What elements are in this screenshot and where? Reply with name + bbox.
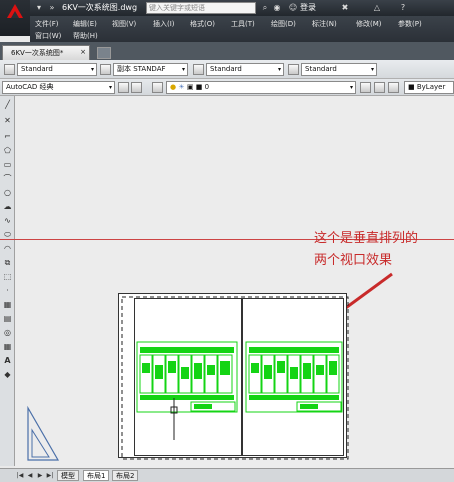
ucs-triangle-icon bbox=[27, 405, 60, 461]
search-icon[interactable]: ⌕ bbox=[260, 3, 270, 13]
menu-help[interactable]: 帮助(H) bbox=[73, 31, 98, 41]
menu-draw[interactable]: 绘图(D) bbox=[271, 19, 296, 29]
quick-access-icon[interactable]: ▾ bbox=[34, 3, 44, 13]
sun-icon: ☀ bbox=[178, 83, 185, 91]
workspace-settings-icon[interactable] bbox=[118, 82, 129, 93]
table-style-value: Standard bbox=[210, 65, 242, 73]
chevron-down-icon: ▾ bbox=[370, 66, 374, 73]
workspace-value: AutoCAD 经典 bbox=[6, 83, 54, 91]
tab-layout2[interactable]: 布局2 bbox=[112, 470, 139, 481]
make-block-icon[interactable]: ⬚ bbox=[2, 272, 13, 282]
menu-file[interactable]: 文件(F) bbox=[35, 19, 59, 29]
file-tab-label: 6KV一次系统图* bbox=[11, 49, 64, 57]
chevron-down-icon: ▾ bbox=[181, 66, 185, 73]
rectangle-icon[interactable]: ▭ bbox=[2, 160, 13, 170]
spline-icon[interactable]: ∿ bbox=[2, 216, 13, 226]
menu-dimension[interactable]: 标注(N) bbox=[312, 19, 337, 29]
tab-layout1[interactable]: 布局1 bbox=[83, 470, 110, 481]
new-tab-button[interactable] bbox=[97, 47, 111, 59]
gradient-icon[interactable]: ▤ bbox=[2, 314, 13, 324]
layer-value: 0 bbox=[204, 83, 210, 91]
share-icon[interactable]: △ bbox=[372, 3, 382, 13]
annotation-line-2: 两个视口效果 bbox=[314, 253, 393, 268]
dim-style-select[interactable]: 副本 STANDAF ▾ bbox=[113, 63, 188, 76]
menu-format[interactable]: 格式(O) bbox=[190, 19, 215, 29]
user-icon[interactable]: ☺ bbox=[288, 3, 298, 13]
exchange-icon[interactable]: ✖ bbox=[340, 3, 350, 13]
dropdown-arrow-icon[interactable]: » bbox=[47, 3, 57, 13]
menu-view[interactable]: 视图(V) bbox=[112, 19, 136, 29]
lock-icon: ▣ bbox=[186, 83, 194, 91]
color-swatch-icon: ■ bbox=[195, 83, 203, 91]
hatch-icon[interactable]: ▦ bbox=[2, 300, 13, 310]
menu-modify[interactable]: 修改(M) bbox=[356, 19, 382, 29]
point-icon[interactable]: · bbox=[2, 286, 13, 296]
help-icon[interactable]: ? bbox=[398, 3, 408, 13]
multileader-style-value: Standard bbox=[305, 65, 337, 73]
dim-style-icon[interactable] bbox=[100, 64, 111, 75]
color-select[interactable]: ■ ByLayer bbox=[404, 81, 454, 94]
menu-parametric[interactable]: 参数(P) bbox=[398, 19, 422, 29]
gear-icon[interactable] bbox=[131, 82, 142, 93]
menu-window[interactable]: 窗口(W) bbox=[35, 31, 61, 41]
color-value: ByLayer bbox=[416, 83, 446, 91]
text-style-select[interactable]: Standard ▾ bbox=[17, 63, 97, 76]
chevron-down-icon: ▾ bbox=[277, 66, 281, 73]
workspace-select[interactable]: AutoCAD 经典 ▾ bbox=[2, 81, 115, 94]
schematic-drawing-left bbox=[136, 341, 238, 413]
table-icon[interactable]: ▦ bbox=[2, 342, 13, 352]
insert-block-icon[interactable]: ⧉ bbox=[2, 258, 13, 268]
chevron-down-icon: ▾ bbox=[349, 84, 353, 91]
tab-model[interactable]: 模型 bbox=[57, 470, 79, 481]
multileader-style-icon[interactable] bbox=[288, 64, 299, 75]
multiline-text-icon[interactable]: A bbox=[2, 356, 13, 366]
region-icon[interactable]: ◎ bbox=[2, 328, 13, 338]
circle-icon[interactable]: ○ bbox=[2, 188, 13, 198]
revcloud-icon[interactable]: ☁ bbox=[2, 202, 13, 212]
color-swatch-icon: ■ bbox=[408, 83, 415, 91]
table-style-icon[interactable] bbox=[193, 64, 204, 75]
polyline-icon[interactable]: ⌐ bbox=[2, 132, 13, 142]
table-style-select[interactable]: Standard ▾ bbox=[206, 63, 284, 76]
chevron-down-icon: ▾ bbox=[90, 66, 94, 73]
last-tab-icon[interactable]: ▶| bbox=[46, 471, 54, 480]
polygon-icon[interactable]: ⬠ bbox=[2, 146, 13, 156]
menu-insert[interactable]: 插入(I) bbox=[153, 19, 175, 29]
text-style-icon[interactable] bbox=[4, 64, 15, 75]
first-tab-icon[interactable]: |◀ bbox=[16, 471, 24, 480]
construction-line-icon[interactable]: ✕ bbox=[2, 116, 13, 126]
ellipse-arc-icon[interactable]: ◠ bbox=[2, 244, 13, 254]
chevron-down-icon: ▾ bbox=[108, 84, 112, 91]
layer-select[interactable]: ● ☀ ▣ ■ 0 ▾ bbox=[166, 81, 356, 94]
subscription-icon[interactable]: ◉ bbox=[272, 3, 282, 13]
file-tab[interactable]: 6KV一次系统图* × bbox=[2, 45, 90, 60]
multileader-style-select[interactable]: Standard ▾ bbox=[301, 63, 377, 76]
close-icon[interactable]: × bbox=[80, 48, 86, 56]
annotation-line-1: 这个是垂直排列的 bbox=[314, 231, 419, 246]
autocad-logo-icon[interactable] bbox=[0, 0, 30, 36]
menu-tools[interactable]: 工具(T) bbox=[231, 19, 255, 29]
layer-properties-icon[interactable] bbox=[152, 82, 163, 93]
make-current-layer-icon[interactable] bbox=[360, 82, 371, 93]
add-selected-icon[interactable]: ◆ bbox=[2, 370, 13, 380]
login-link[interactable]: 登录 bbox=[300, 2, 316, 13]
text-style-value: Standard bbox=[21, 65, 53, 73]
crosshair-cursor bbox=[170, 398, 178, 440]
document-title: 6KV一次系统图.dwg bbox=[62, 3, 138, 12]
menu-edit[interactable]: 编辑(E) bbox=[73, 19, 97, 29]
next-tab-icon[interactable]: ▶ bbox=[36, 471, 44, 480]
lightbulb-icon: ● bbox=[170, 83, 177, 91]
annotation-text: 这个是垂直排列的 两个视口效果 bbox=[314, 228, 418, 272]
search-input[interactable]: 键入关键字或短语 bbox=[146, 2, 256, 14]
arc-icon[interactable]: ⌒ bbox=[2, 174, 13, 184]
layer-previous-icon[interactable] bbox=[374, 82, 385, 93]
line-icon[interactable]: ╱ bbox=[2, 100, 13, 110]
layer-state-icon[interactable] bbox=[388, 82, 399, 93]
dim-style-value: 副本 STANDAF bbox=[117, 65, 166, 73]
schematic-drawing-right bbox=[245, 341, 343, 413]
prev-tab-icon[interactable]: ◀ bbox=[26, 471, 34, 480]
